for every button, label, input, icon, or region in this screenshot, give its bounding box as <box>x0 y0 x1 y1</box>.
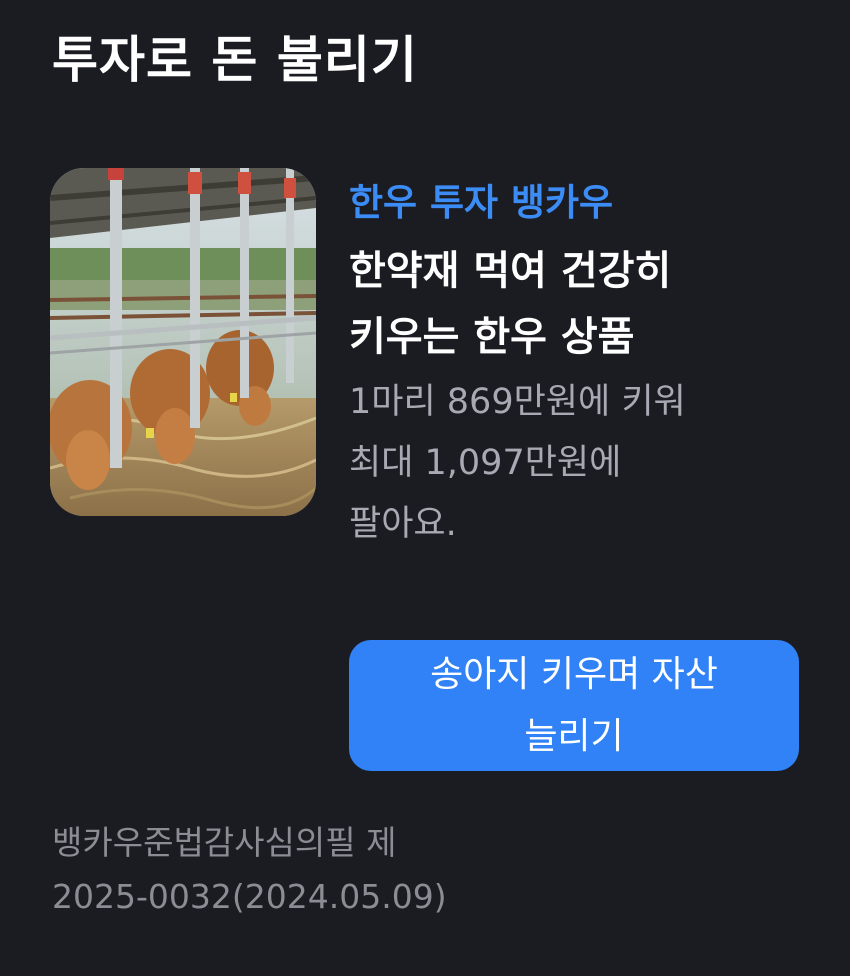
description-line-3: 팔아요. <box>349 504 457 544</box>
description-line-1: 1마리 869만원에 키워 <box>349 382 686 422</box>
product-headline: 한약재 먹여 건강히 키우는 한우 상품 <box>349 238 809 370</box>
section-title: 투자로 돈 불리기 <box>52 31 418 89</box>
cta-line-2: 늘리기 <box>524 716 624 757</box>
product-description: 1마리 869만원에 키워 최대 1,097만원에 팔아요. <box>349 372 809 555</box>
cta-line-1: 송아지 키우며 자산 <box>430 654 718 695</box>
disclaimer-line-1: 뱅카우준법감사심의필 제 <box>52 823 397 862</box>
brand-label: 한우 투자 뱅카우 <box>349 181 614 224</box>
cattle-farm-illustration <box>50 168 316 516</box>
description-line-2: 최대 1,097만원에 <box>349 443 622 483</box>
cattle-farm-image[interactable] <box>50 168 316 516</box>
product-card-content: 한우 투자 뱅카우 한약재 먹여 건강히 키우는 한우 상품 1마리 869만원… <box>349 168 809 555</box>
compliance-disclaimer: 뱅카우준법감사심의필 제 2025-0032(2024.05.09) <box>52 816 447 924</box>
disclaimer-line-2: 2025-0032(2024.05.09) <box>52 877 447 916</box>
grow-assets-button[interactable]: 송아지 키우며 자산 늘리기 <box>349 640 799 771</box>
headline-line-1: 한약재 먹여 건강히 <box>349 248 672 294</box>
headline-line-2: 키우는 한우 상품 <box>349 314 635 360</box>
